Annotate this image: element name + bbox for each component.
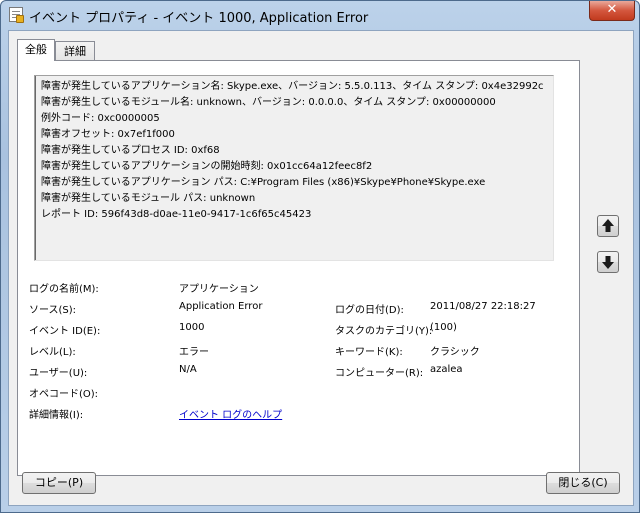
task-category-value: (100) (430, 322, 457, 333)
source-label: ソース(S): (29, 305, 77, 316)
close-button[interactable]: 閉じる(C) (546, 472, 620, 494)
tab-general[interactable]: 全般 (17, 39, 55, 61)
description-line: 障害が発生しているアプリケーションの開始時刻: 0x01cc64a12feec8… (41, 161, 373, 172)
logged-value: 2011/08/27 22:18:27 (430, 301, 536, 312)
window-title: イベント プロパティ - イベント 1000, Application Erro… (29, 11, 369, 26)
window-close-button[interactable]: ✕ (589, 1, 635, 21)
user-value: N/A (179, 364, 197, 375)
keywords-label: キーワード(K): (335, 347, 403, 358)
arrow-down-icon (602, 256, 614, 269)
log-name-value: アプリケーション (179, 284, 259, 295)
source-value: Application Error (179, 301, 263, 312)
description-line: 例外コード: 0xc0000005 (41, 113, 160, 124)
level-label: レベル(L): (29, 347, 76, 358)
description-line: 障害が発生しているプロセス ID: 0xf68 (41, 145, 220, 156)
event-log-help-link[interactable]: イベント ログのヘルプ (179, 406, 282, 421)
next-event-button[interactable] (597, 251, 619, 273)
tab-details[interactable]: 詳細 (55, 41, 95, 60)
copy-button[interactable]: コピー(P) (22, 472, 96, 494)
description-line: レポート ID: 596f43d8-d0ae-11e0-9417-1c6f65c… (41, 209, 312, 220)
computer-label: コンピューター(R): (335, 368, 424, 379)
keywords-value: クラシック (430, 347, 480, 358)
computer-value: azalea (430, 364, 463, 375)
description-line: 障害が発生しているアプリケーション パス: C:¥Program Files (… (41, 177, 486, 188)
description-line: 障害オフセット: 0x7ef1f000 (41, 129, 175, 140)
general-tab-panel: 障害が発生しているアプリケーション名: Skype.exe、バージョン: 5.5… (17, 60, 580, 476)
user-label: ユーザー(U): (29, 368, 88, 379)
log-name-label: ログの名前(M): (29, 284, 99, 295)
event-description-box[interactable]: 障害が発生しているアプリケーション名: Skype.exe、バージョン: 5.5… (34, 75, 554, 261)
previous-event-button[interactable] (597, 215, 619, 237)
event-viewer-icon (9, 7, 24, 23)
event-id-value: 1000 (179, 322, 205, 333)
event-properties-window: イベント プロパティ - イベント 1000, Application Erro… (0, 0, 640, 513)
task-category-label: タスクのカテゴリ(Y): (335, 326, 433, 337)
more-info-label: 詳細情報(I): (29, 410, 84, 421)
event-id-label: イベント ID(E): (29, 326, 101, 337)
description-line: 障害が発生しているモジュール パス: unknown (41, 193, 256, 204)
dialog-body: 全般 詳細 障害が発生しているアプリケーション名: Skype.exe、バージョ… (8, 30, 634, 506)
opcode-label: オペコード(O): (29, 389, 99, 400)
description-line: 障害が発生しているモジュール名: unknown、バージョン: 0.0.0.0、… (41, 97, 496, 108)
arrow-up-icon (602, 219, 614, 232)
logged-label: ログの日付(D): (335, 305, 404, 316)
level-value: エラー (179, 347, 209, 358)
description-line: 障害が発生しているアプリケーション名: Skype.exe、バージョン: 5.5… (41, 81, 544, 92)
title-bar[interactable]: イベント プロパティ - イベント 1000, Application Erro… (1, 1, 639, 29)
